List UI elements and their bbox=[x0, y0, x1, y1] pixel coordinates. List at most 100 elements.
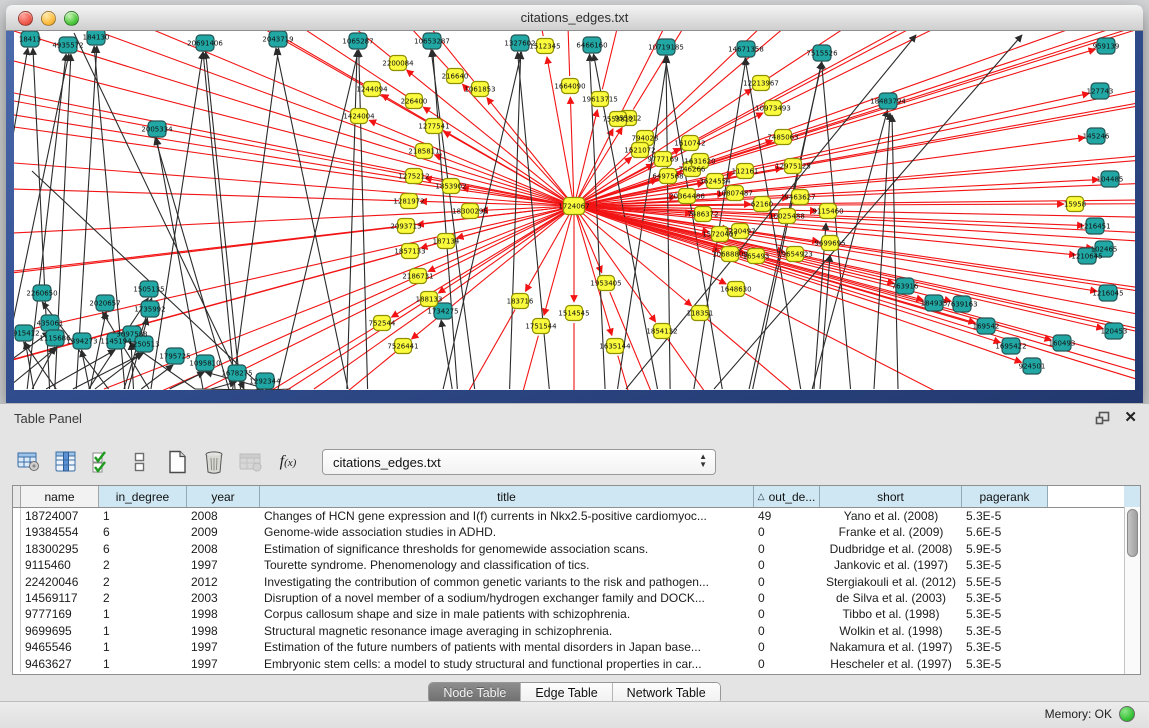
clear-checks-icon[interactable] bbox=[125, 446, 155, 478]
cell-indeg[interactable]: 6 bbox=[99, 524, 187, 540]
column-header-year[interactable]: year bbox=[187, 486, 260, 507]
tab-node-table[interactable]: Node Table bbox=[429, 683, 521, 703]
cell-short[interactable]: Yano et al. (2008) bbox=[820, 508, 962, 524]
cell-indeg[interactable]: 1 bbox=[99, 623, 187, 639]
new-table-icon[interactable] bbox=[162, 446, 192, 478]
cell-pagerank[interactable]: 5.3E-5 bbox=[962, 557, 1048, 573]
cell-indeg[interactable]: 2 bbox=[99, 557, 187, 573]
select-all-checks-icon[interactable] bbox=[88, 446, 118, 478]
function-builder-icon[interactable]: f(x) bbox=[273, 446, 303, 478]
cell-title[interactable]: Corpus callosum shape and size in male p… bbox=[260, 606, 754, 622]
cell-outdeg[interactable]: 0 bbox=[754, 639, 820, 655]
vertical-scrollbar[interactable] bbox=[1124, 507, 1140, 674]
cell-name[interactable]: 9699695 bbox=[21, 623, 99, 639]
cell-name[interactable]: 9115460 bbox=[21, 557, 99, 573]
cell-name[interactable]: 22420046 bbox=[21, 574, 99, 590]
cell-short[interactable]: Jankovic et al. (1997) bbox=[820, 557, 962, 573]
cell-pagerank[interactable]: 5.3E-5 bbox=[962, 606, 1048, 622]
column-header-out-de-[interactable]: △out_de... bbox=[754, 486, 820, 507]
cell-title[interactable]: Estimation of the future numbers of pati… bbox=[260, 639, 754, 655]
cell-year[interactable]: 1997 bbox=[187, 557, 260, 573]
network-view-canvas[interactable]: 1841349355721841302069140620437191065287… bbox=[14, 31, 1135, 390]
cell-title[interactable]: Investigating the contribution of common… bbox=[260, 574, 754, 590]
delete-table-icon[interactable] bbox=[236, 446, 266, 478]
cell-outdeg[interactable]: 0 bbox=[754, 590, 820, 606]
column-header-pagerank[interactable]: pagerank bbox=[962, 486, 1048, 507]
cell-indeg[interactable]: 1 bbox=[99, 639, 187, 655]
cell-short[interactable]: Franke et al. (2009) bbox=[820, 524, 962, 540]
cell-indeg[interactable]: 1 bbox=[99, 606, 187, 622]
cell-title[interactable]: Genome-wide association studies in ADHD. bbox=[260, 524, 754, 540]
cell-pagerank[interactable]: 5.3E-5 bbox=[962, 623, 1048, 639]
cell-year[interactable]: 1998 bbox=[187, 623, 260, 639]
column-header-in-degree[interactable]: in_degree bbox=[99, 486, 187, 507]
cell-short[interactable]: Hescheler et al. (1997) bbox=[820, 656, 962, 672]
cell-name[interactable]: 18300295 bbox=[21, 541, 99, 557]
cell-outdeg[interactable]: 0 bbox=[754, 524, 820, 540]
cell-indeg[interactable]: 2 bbox=[99, 590, 187, 606]
cell-pagerank[interactable]: 5.3E-5 bbox=[962, 508, 1048, 524]
cell-outdeg[interactable]: 0 bbox=[754, 623, 820, 639]
cell-year[interactable]: 2008 bbox=[187, 541, 260, 557]
cell-year[interactable]: 2008 bbox=[187, 508, 260, 524]
cell-short[interactable]: Dudbridge et al. (2008) bbox=[820, 541, 962, 557]
tab-edge-table[interactable]: Edge Table bbox=[521, 683, 612, 703]
column-header-name[interactable]: name bbox=[21, 486, 99, 507]
cell-year[interactable]: 2003 bbox=[187, 590, 260, 606]
cell-name[interactable]: 18724007 bbox=[21, 508, 99, 524]
table-row[interactable]: 1938455462009Genome-wide association stu… bbox=[13, 524, 1140, 540]
table-row[interactable]: 2242004622012Investigating the contribut… bbox=[13, 574, 1140, 590]
cell-title[interactable]: Disruption of a novel member of a sodium… bbox=[260, 590, 754, 606]
cell-year[interactable]: 1997 bbox=[187, 656, 260, 672]
cell-indeg[interactable]: 2 bbox=[99, 574, 187, 590]
cell-year[interactable]: 1997 bbox=[187, 639, 260, 655]
table-row[interactable]: 1456911722003Disruption of a novel membe… bbox=[13, 590, 1140, 606]
cell-title[interactable]: Embryonic stem cells: a model to study s… bbox=[260, 656, 754, 672]
column-header-short[interactable]: short bbox=[820, 486, 962, 507]
cell-title[interactable]: Tourette syndrome. Phenomenology and cla… bbox=[260, 557, 754, 573]
table-row[interactable]: 977716911998Corpus callosum shape and si… bbox=[13, 606, 1140, 622]
cell-name[interactable]: 19384554 bbox=[21, 524, 99, 540]
cell-outdeg[interactable]: 0 bbox=[754, 656, 820, 672]
close-window-button[interactable] bbox=[18, 11, 33, 26]
delete-entries-trash-icon[interactable] bbox=[199, 446, 229, 478]
cell-pagerank[interactable]: 5.9E-5 bbox=[962, 541, 1048, 557]
cell-name[interactable]: 14569117 bbox=[21, 590, 99, 606]
cell-short[interactable]: Tibbo et al. (1998) bbox=[820, 606, 962, 622]
scrollbar-thumb[interactable] bbox=[1127, 509, 1138, 557]
minimize-window-button[interactable] bbox=[41, 11, 56, 26]
cell-outdeg[interactable]: 0 bbox=[754, 557, 820, 573]
table-row[interactable]: 969969511998Structural magnetic resonanc… bbox=[13, 623, 1140, 639]
cell-short[interactable]: Nakamura et al. (1997) bbox=[820, 639, 962, 655]
cell-pagerank[interactable]: 5.3E-5 bbox=[962, 656, 1048, 672]
cell-year[interactable]: 2012 bbox=[187, 574, 260, 590]
cell-name[interactable]: 9463627 bbox=[21, 656, 99, 672]
network-window-titlebar[interactable]: citations_edges.txt bbox=[6, 5, 1143, 31]
close-panel-icon[interactable]: ✕ bbox=[1124, 410, 1137, 425]
cell-outdeg[interactable]: 0 bbox=[754, 606, 820, 622]
cell-indeg[interactable]: 1 bbox=[99, 656, 187, 672]
cell-short[interactable]: Wolkin et al. (1998) bbox=[820, 623, 962, 639]
cell-pagerank[interactable]: 5.3E-5 bbox=[962, 590, 1048, 606]
cell-name[interactable]: 9465546 bbox=[21, 639, 99, 655]
cell-year[interactable]: 1998 bbox=[187, 606, 260, 622]
cell-outdeg[interactable]: 49 bbox=[754, 508, 820, 524]
cell-outdeg[interactable]: 0 bbox=[754, 574, 820, 590]
table-row[interactable]: 911546021997Tourette syndrome. Phenomeno… bbox=[13, 557, 1140, 573]
cell-title[interactable]: Structural magnetic resonance image aver… bbox=[260, 623, 754, 639]
table-row[interactable]: 1830029562008Estimation of significance … bbox=[13, 541, 1140, 557]
cell-outdeg[interactable]: 0 bbox=[754, 541, 820, 557]
float-panel-icon[interactable] bbox=[1095, 411, 1110, 425]
zoom-window-button[interactable] bbox=[64, 11, 79, 26]
cell-indeg[interactable]: 1 bbox=[99, 508, 187, 524]
cell-pagerank[interactable]: 5.3E-5 bbox=[962, 639, 1048, 655]
table-row[interactable]: 1872400712008Changes of HCN gene express… bbox=[13, 508, 1140, 524]
cell-year[interactable]: 2009 bbox=[187, 524, 260, 540]
table-settings-icon[interactable] bbox=[14, 446, 44, 478]
cell-short[interactable]: Stergiakouli et al. (2012) bbox=[820, 574, 962, 590]
cell-pagerank[interactable]: 5.6E-5 bbox=[962, 524, 1048, 540]
cell-short[interactable]: de Silva et al. (2003) bbox=[820, 590, 962, 606]
table-row[interactable]: 946554611997Estimation of the future num… bbox=[13, 639, 1140, 655]
table-selector-dropdown[interactable]: citations_edges.txt ▲▼ bbox=[322, 449, 716, 475]
cell-pagerank[interactable]: 5.5E-5 bbox=[962, 574, 1048, 590]
